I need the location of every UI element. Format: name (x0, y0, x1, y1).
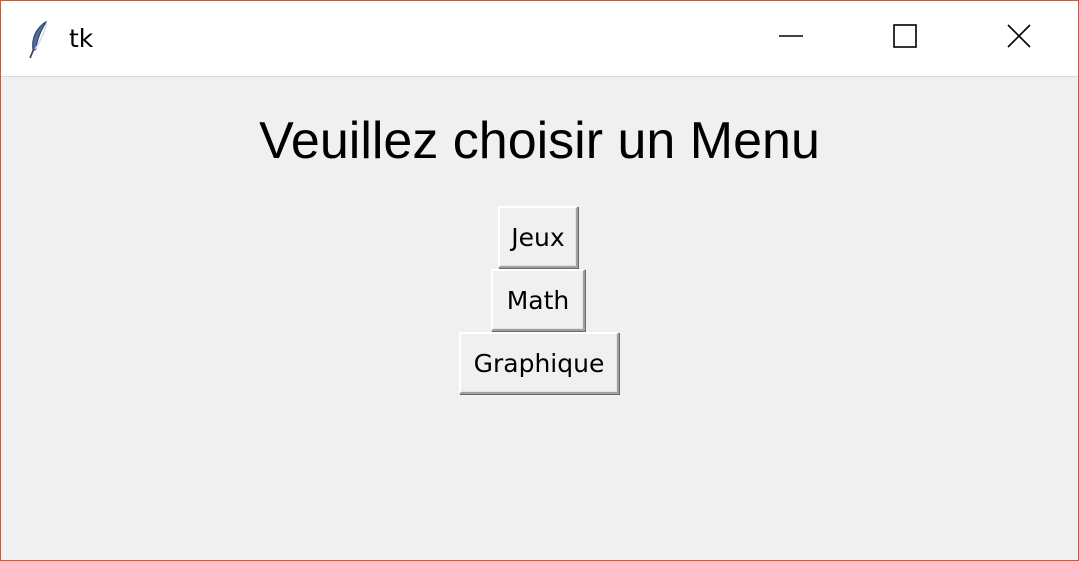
title-bar[interactable]: tk (1, 1, 1078, 77)
jeux-button[interactable]: Jeux (498, 206, 578, 268)
maximize-button[interactable] (849, 1, 961, 76)
page-title: Veuillez choisir un Menu (259, 112, 820, 170)
window-title: tk (69, 24, 94, 53)
math-button[interactable]: Math (491, 269, 585, 331)
main-content: Veuillez choisir un Menu Jeux Math Graph… (1, 77, 1078, 560)
minimize-button[interactable] (735, 1, 847, 76)
app-window: tk Veuillez choisir un Menu Jeux Math Gr… (0, 0, 1079, 561)
graphique-button[interactable]: Graphique (459, 332, 619, 394)
maximize-icon (892, 23, 918, 54)
close-icon (1006, 23, 1032, 54)
close-button[interactable] (963, 1, 1075, 76)
feather-icon (27, 19, 51, 59)
minimize-icon (778, 23, 804, 54)
